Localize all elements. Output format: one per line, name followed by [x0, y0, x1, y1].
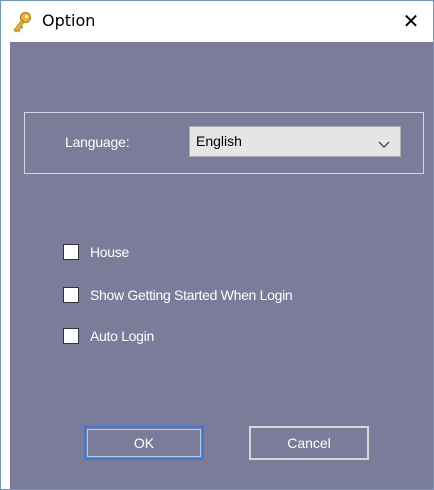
auto-login-checkbox[interactable] [63, 328, 79, 344]
window-title: Option [42, 11, 96, 30]
chevron-down-icon [378, 136, 390, 148]
cancel-button[interactable]: Cancel [249, 426, 369, 460]
language-value: English [196, 133, 242, 149]
show-getting-started-option[interactable]: Show Getting Started When Login [63, 285, 293, 305]
ok-label: OK [133, 435, 155, 451]
dialog-body: Language: English House Show Getting Sta… [10, 42, 433, 489]
ok-button[interactable]: OK [84, 426, 204, 460]
auto-login-option[interactable]: Auto Login [63, 326, 154, 346]
house-label: House [90, 244, 129, 260]
language-group: Language: English [24, 112, 424, 174]
language-label: Language: [65, 134, 130, 150]
close-icon: ✕ [402, 9, 420, 33]
close-button[interactable]: ✕ [389, 1, 433, 41]
show-getting-started-checkbox[interactable] [63, 287, 79, 303]
auto-login-label: Auto Login [90, 328, 154, 344]
language-dropdown[interactable]: English [189, 126, 401, 157]
key-icon [11, 11, 33, 33]
title-bar[interactable]: Option ✕ [1, 1, 433, 41]
house-checkbox[interactable] [63, 244, 79, 260]
show-getting-started-label: Show Getting Started When Login [90, 287, 293, 303]
house-option[interactable]: House [63, 242, 129, 262]
cancel-label: Cancel [287, 435, 331, 451]
option-dialog: Option ✕ Language: English House Show Ge… [0, 0, 434, 490]
